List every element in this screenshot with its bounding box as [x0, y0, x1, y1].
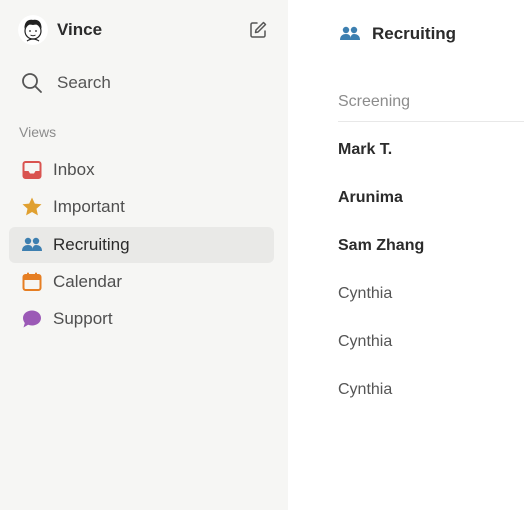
user-name: Vince	[57, 20, 103, 39]
list-item[interactable]: Cynthia	[338, 318, 524, 366]
sidebar-item-important[interactable]: Important	[9, 189, 274, 225]
sidebar-item-label: Calendar	[53, 271, 122, 291]
search-button[interactable]: Search	[20, 68, 111, 98]
inbox-icon	[20, 158, 44, 182]
list-item[interactable]: Arunima	[338, 174, 524, 222]
sidebar-item-label: Important	[53, 197, 125, 217]
sidebar-item-support[interactable]: Support	[9, 301, 274, 337]
calendar-icon	[20, 270, 44, 294]
search-icon	[22, 73, 42, 93]
sidebar-item-label: Inbox	[53, 160, 95, 179]
page-header: Recruiting	[338, 20, 456, 48]
star-icon	[20, 195, 44, 219]
people-icon	[20, 233, 44, 257]
chat-bubble-icon	[20, 307, 44, 331]
views-nav: Inbox Important Recruiting Calendar Supp…	[9, 152, 274, 338]
avatar[interactable]	[18, 15, 48, 45]
sidebar: Vince Search Views Inbox Important Recru…	[0, 0, 288, 510]
list-item[interactable]: Cynthia	[338, 366, 524, 414]
sidebar-item-label: Recruiting	[53, 234, 130, 254]
compose-icon	[250, 21, 267, 38]
list-item[interactable]: Cynthia	[338, 270, 524, 318]
conversation-list: Mark T. Arunima Sam Zhang Cynthia Cynthi…	[338, 126, 524, 414]
section-header: Screening	[338, 93, 411, 110]
people-icon	[338, 22, 362, 46]
sidebar-item-inbox[interactable]: Inbox	[9, 152, 274, 188]
compose-button[interactable]	[246, 18, 270, 42]
user-profile[interactable]: Vince	[18, 14, 272, 46]
list-item[interactable]: Sam Zhang	[338, 222, 524, 270]
search-label: Search	[57, 73, 111, 92]
divider	[338, 121, 524, 122]
sidebar-item-recruiting[interactable]: Recruiting	[9, 226, 274, 263]
views-header: Views	[19, 124, 57, 140]
list-item[interactable]: Mark T.	[338, 126, 524, 174]
main-panel: Recruiting Screening Mark T. Arunima Sam…	[288, 0, 524, 510]
sidebar-item-calendar[interactable]: Calendar	[9, 264, 274, 300]
page-title: Recruiting	[372, 24, 457, 43]
sidebar-item-label: Support	[53, 309, 113, 329]
